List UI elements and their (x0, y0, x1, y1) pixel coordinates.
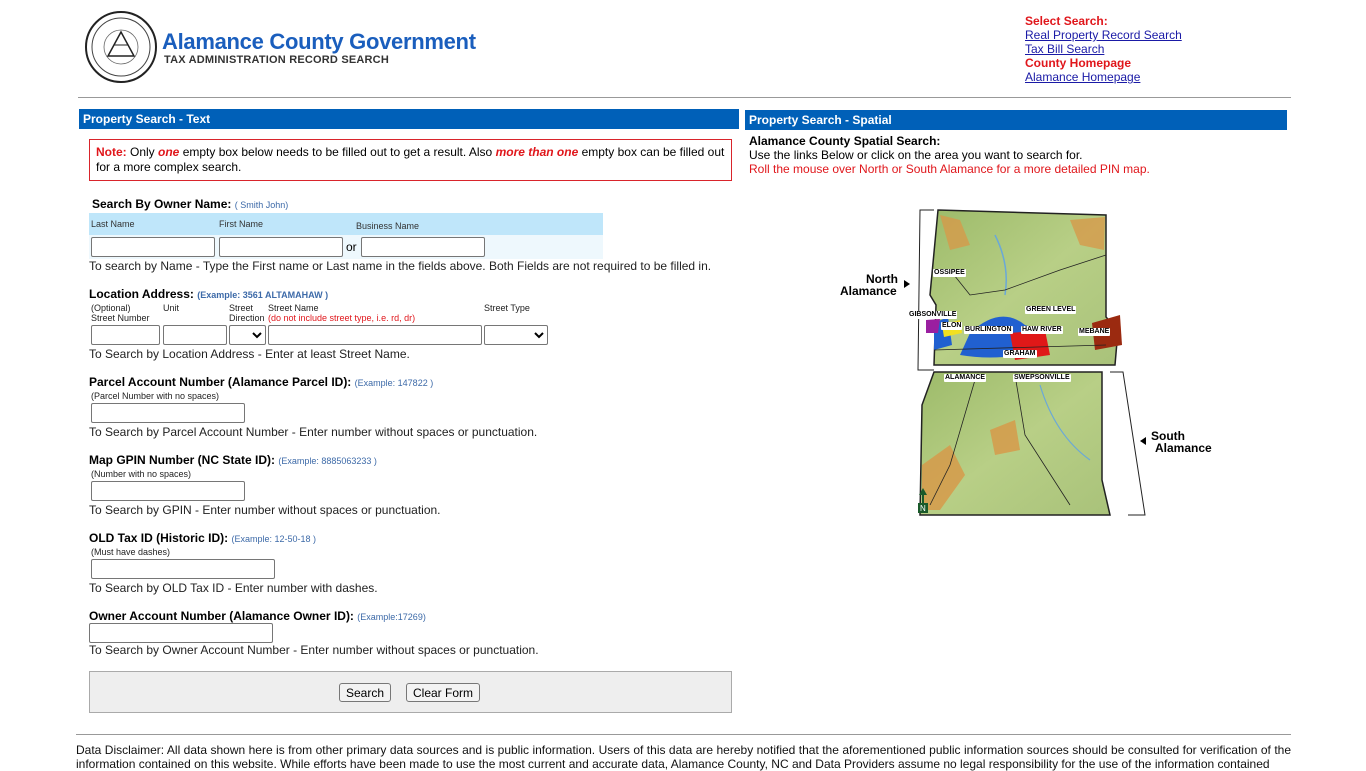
unit-label: Unit (163, 303, 180, 313)
town-label: GRAHAM (1003, 350, 1037, 358)
street-direction-label: Street Direction (229, 303, 265, 323)
real-property-search-link[interactable]: Real Property Record Search (1025, 28, 1182, 42)
gpin-title: Map GPIN Number (NC State ID): (Example:… (89, 453, 377, 467)
old-tax-id-hint: (Must have dashes) (91, 547, 171, 557)
owner-account-label: Owner Account Number (Alamance Owner ID)… (89, 609, 354, 623)
unit-input[interactable] (163, 325, 227, 345)
search-button[interactable]: Search (339, 683, 392, 702)
gpin-label: Map GPIN Number (NC State ID): (89, 453, 276, 467)
location-address-title: Location Address: (Example: 3561 ALTAMAH… (89, 287, 328, 301)
top-navigation: Select Search: Real Property Record Sear… (1025, 14, 1182, 84)
owner-name-example: ( Smith John) (234, 200, 289, 210)
street-number-optional: (Optional) (91, 303, 131, 313)
street-number-text: Street Number (91, 313, 150, 323)
parcel-hint: (Parcel Number with no spaces) (91, 391, 220, 401)
old-tax-id-label: OLD Tax ID (Historic ID): (89, 531, 229, 545)
owner-name-header-band: Last Name First Name Business Name (89, 213, 603, 235)
street-number-label: (Optional) Street Number (91, 303, 150, 323)
south-alamance-region[interactable] (919, 371, 1111, 516)
old-tax-id-input[interactable] (91, 559, 275, 579)
gpin-help: To Search by GPIN - Enter number without… (89, 503, 441, 517)
town-label: MEBANE (1078, 328, 1111, 336)
gpin-example: (Example: 8885063233 ) (278, 456, 377, 466)
or-label: or (346, 240, 357, 254)
gpin-number-input[interactable] (91, 481, 245, 501)
note-emphasis: more than one (495, 145, 579, 159)
town-label: SWEPSONVILLE (1013, 374, 1071, 382)
note-prefix: Note: (96, 145, 127, 159)
street-name-hint: (do not include street type, i.e. rd, dr… (268, 313, 416, 323)
site-subtitle: TAX ADMINISTRATION RECORD SEARCH (164, 54, 389, 66)
owner-account-input[interactable] (89, 623, 273, 643)
parcel-title: Parcel Account Number (Alamance Parcel I… (89, 375, 433, 389)
location-address-label: Location Address: (89, 287, 194, 301)
county-map: N North Alamance South Alamance OSSIPEE … (830, 205, 1212, 520)
old-tax-id-help: To Search by OLD Tax ID - Enter number w… (89, 581, 378, 595)
last-name-input[interactable] (91, 237, 215, 257)
street-type-select[interactable] (484, 325, 548, 345)
parcel-label: Parcel Account Number (Alamance Parcel I… (89, 375, 352, 389)
county-seal-icon (84, 10, 158, 84)
town-label: OSSIPEE (933, 269, 966, 277)
gpin-hint: (Number with no spaces) (91, 469, 192, 479)
clear-form-button[interactable]: Clear Form (406, 683, 481, 702)
business-name-input[interactable] (361, 237, 485, 257)
street-direction-text: Direction (229, 313, 265, 323)
town-label: GIBSONVILLE (908, 311, 958, 319)
owner-account-example: (Example:17269) (357, 612, 426, 622)
county-homepage-link[interactable]: County Homepage (1025, 56, 1182, 70)
town-label: ELON (941, 322, 963, 330)
note-text: empty box below needs to be filled out t… (179, 145, 496, 159)
street-name-label: Street Name (do not include street type,… (268, 303, 415, 323)
alamance-homepage-link[interactable]: Alamance Homepage (1025, 70, 1182, 84)
business-name-label: Business Name (356, 221, 420, 231)
owner-name-help: To search by Name - Type the First name … (89, 259, 712, 273)
street-type-label: Street Type (484, 303, 530, 313)
north-alamance-link[interactable]: Alamance (840, 285, 897, 297)
owner-account-title: Owner Account Number (Alamance Owner ID)… (89, 609, 426, 623)
north-label-line: Alamance (840, 284, 897, 298)
south-label-line: Alamance (1155, 441, 1212, 455)
owner-account-help: To Search by Owner Account Number - Ente… (89, 643, 539, 657)
old-tax-id-example: (Example: 12-50-18 ) (231, 534, 317, 544)
town-label: HAW RIVER (1021, 326, 1063, 334)
first-name-label: First Name (219, 219, 264, 229)
header-divider (78, 97, 1291, 98)
tax-bill-search-link[interactable]: Tax Bill Search (1025, 42, 1182, 56)
location-address-example: (Example: 3561 ALTAMAHAW ) (197, 290, 329, 300)
form-button-bar: Search Clear Form (89, 671, 732, 713)
north-alamance-region[interactable] (926, 209, 1122, 366)
note-text: Only (126, 145, 159, 159)
town-label: GREEN LEVEL (1025, 306, 1077, 314)
data-disclaimer: Data Disclaimer: All data shown here is … (76, 743, 1291, 771)
old-tax-id-title: OLD Tax ID (Historic ID): (Example: 12-5… (89, 531, 316, 545)
street-name-text: Street Name (268, 303, 319, 313)
select-search-heading: Select Search: (1025, 14, 1108, 28)
owner-name-title: Search By Owner Name: ( Smith John) (92, 197, 288, 211)
town-label: ALAMANCE (944, 374, 987, 382)
south-alamance-link[interactable]: Alamance (1155, 442, 1212, 454)
svg-text:N: N (920, 504, 926, 513)
last-name-label: Last Name (91, 219, 135, 229)
parcel-help: To Search by Parcel Account Number - Ent… (89, 425, 538, 439)
town-label: BURLINGTON (964, 326, 1013, 334)
owner-name-label: Search By Owner Name: (92, 197, 232, 211)
text-search-heading: Property Search - Text (79, 109, 739, 129)
parcel-example: (Example: 147822 ) (354, 378, 434, 388)
spatial-search-title: Alamance County Spatial Search: (749, 134, 941, 148)
spatial-search-heading: Property Search - Spatial (745, 110, 1287, 130)
footer-divider (76, 734, 1291, 735)
street-number-input[interactable] (91, 325, 160, 345)
street-direction-text: Street (229, 303, 254, 313)
spatial-search-rollover-hint: Roll the mouse over North or South Alama… (749, 162, 1150, 176)
note-emphasis: one (158, 145, 180, 159)
street-direction-select[interactable] (229, 325, 266, 345)
street-name-input[interactable] (268, 325, 482, 345)
spatial-search-instructions: Use the links Below or click on the area… (749, 148, 1083, 162)
search-note: Note: Only one empty box below needs to … (89, 139, 732, 181)
parcel-number-input[interactable] (91, 403, 245, 423)
location-address-help: To Search by Location Address - Enter at… (89, 347, 410, 361)
first-name-input[interactable] (219, 237, 343, 257)
site-title: Alamance County Government (162, 29, 476, 54)
